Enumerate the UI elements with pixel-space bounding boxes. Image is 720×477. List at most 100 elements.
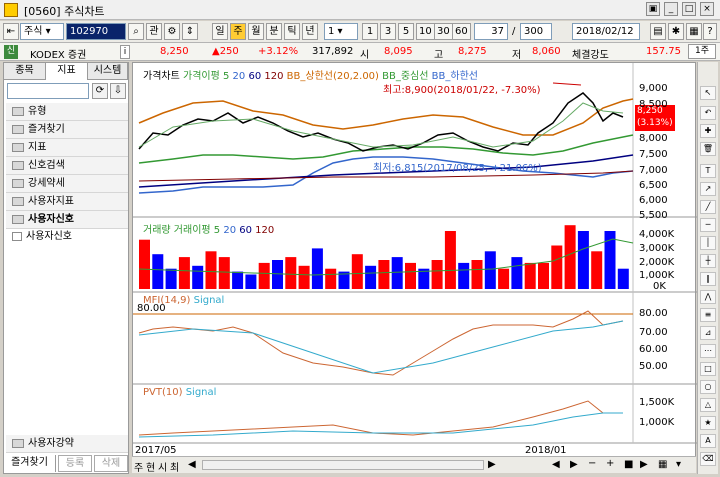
period-tick[interactable]: 틱 bbox=[284, 23, 300, 40]
crosshair-icon[interactable]: ✚ bbox=[700, 124, 716, 138]
minute-10[interactable]: 10 bbox=[416, 23, 435, 40]
tree-item-indicators[interactable]: 지표 bbox=[6, 139, 128, 157]
date-value: 2018/02/12 bbox=[576, 26, 634, 37]
cursor-icon[interactable]: ↖ bbox=[700, 86, 716, 100]
tile-button[interactable]: ▣ bbox=[646, 2, 660, 16]
minute-30[interactable]: 30 bbox=[434, 23, 453, 40]
bottom-tab-week[interactable]: 주 bbox=[134, 459, 143, 474]
info-icon[interactable]: i bbox=[120, 45, 130, 59]
total-input[interactable]: 300 bbox=[520, 23, 552, 40]
period-year[interactable]: 년 bbox=[302, 23, 318, 40]
minus-icon[interactable]: − bbox=[588, 458, 596, 469]
search-input[interactable] bbox=[7, 83, 89, 99]
rect-icon[interactable]: □ bbox=[700, 362, 716, 376]
cross-line-icon[interactable]: ┼ bbox=[700, 254, 716, 268]
market-select[interactable]: 주식 ▾ bbox=[20, 23, 64, 40]
minute-1[interactable]: 1 bbox=[362, 23, 378, 40]
tree-item-strength[interactable]: 강세약세 bbox=[6, 175, 128, 193]
refresh-icon[interactable]: ⟳ bbox=[92, 83, 108, 99]
tree-item-type[interactable]: 유형 bbox=[6, 103, 128, 121]
grid-icon[interactable]: ▦ bbox=[658, 459, 667, 470]
unit-button[interactable]: 1주 bbox=[688, 44, 716, 59]
eraser-icon[interactable]: ⌫ bbox=[700, 452, 716, 466]
stop-icon[interactable]: ■ bbox=[624, 459, 633, 470]
tree-item-user-strength[interactable]: 사용자강약 bbox=[6, 435, 128, 453]
bottom-tab-max[interactable]: 최 bbox=[170, 459, 179, 474]
tree-item-user-indicator[interactable]: 사용자지표 bbox=[6, 193, 128, 211]
bottom-tab-delete[interactable]: 삭제 bbox=[94, 455, 128, 472]
settings-icon[interactable]: ⚙ bbox=[164, 23, 180, 40]
vline-icon[interactable]: │ bbox=[700, 236, 716, 250]
period-minute[interactable]: 분 bbox=[266, 23, 282, 40]
horizontal-scrollbar[interactable] bbox=[202, 460, 484, 470]
period-month[interactable]: 월 bbox=[248, 23, 264, 40]
tree-item-favorites[interactable]: 즐겨찾기 bbox=[6, 121, 128, 139]
volume-bar bbox=[431, 260, 443, 289]
zoom-button[interactable]: 관 bbox=[146, 23, 162, 40]
undo-icon[interactable]: ↶ bbox=[700, 106, 716, 120]
trash-icon[interactable]: 🗑 bbox=[700, 142, 716, 156]
tree-item-user-signal[interactable]: 사용자신호 bbox=[6, 211, 128, 229]
bottom-tab-register[interactable]: 등록 bbox=[58, 455, 92, 472]
arrow-line-icon[interactable]: ↗ bbox=[700, 182, 716, 196]
date-input[interactable]: 2018/02/12 ▾ bbox=[572, 23, 640, 52]
bottom-tab-favorites[interactable]: 즐겨찾기 bbox=[4, 455, 56, 472]
text-icon[interactable]: T bbox=[700, 164, 716, 178]
chart-area[interactable]: 가격차트 가격이평 5 20 60 120 BB_상한선(20,2.00) BB… bbox=[132, 62, 697, 472]
price-tag-pct: (3.13%) bbox=[637, 118, 673, 128]
mfi-signal-line bbox=[138, 320, 624, 374]
bottom-tab-time[interactable]: 시 bbox=[158, 459, 167, 474]
tab-indicators[interactable]: 지표 bbox=[46, 63, 88, 80]
circle-icon[interactable]: ○ bbox=[700, 380, 716, 394]
print-icon[interactable]: ▤ bbox=[650, 23, 666, 40]
updown-icon[interactable]: ⇕ bbox=[182, 23, 198, 40]
period-day[interactable]: 일 bbox=[212, 23, 228, 40]
maximize-button[interactable]: □ bbox=[682, 2, 696, 16]
tab-stocks[interactable]: 종목 bbox=[4, 63, 46, 80]
minimize-button[interactable]: _ bbox=[664, 2, 678, 16]
code-input[interactable]: 102970 bbox=[66, 23, 126, 40]
mark-icon[interactable]: ★ bbox=[700, 416, 716, 430]
minute-5[interactable]: 5 bbox=[398, 23, 414, 40]
hline-icon[interactable]: ─ bbox=[700, 218, 716, 232]
dropdown-icon[interactable]: ▾ bbox=[676, 459, 681, 470]
line-icon[interactable]: ╱ bbox=[700, 200, 716, 214]
search-icon[interactable]: ⌕ bbox=[128, 23, 144, 40]
minute-3[interactable]: 3 bbox=[380, 23, 396, 40]
prev-icon[interactable]: ⇤ bbox=[3, 23, 19, 40]
gann-icon[interactable]: ⊿ bbox=[700, 326, 716, 340]
zoom-in-icon[interactable]: ▶ bbox=[570, 459, 578, 470]
close-button[interactable]: × bbox=[700, 2, 714, 16]
current-price: 8,250 bbox=[160, 46, 189, 57]
tree-subitem-user-signal[interactable]: 사용자신호 bbox=[8, 229, 126, 245]
channel-icon[interactable]: ∥ bbox=[700, 272, 716, 286]
fan-icon[interactable]: ⋀ bbox=[700, 290, 716, 304]
download-icon[interactable]: ⇩ bbox=[110, 83, 126, 99]
chart-bottom-bar: 주 현 시 최 ◀ ▶ ◀ ▶ − + ■ ▶ ▦ ▾ bbox=[132, 456, 696, 474]
cycle-icon[interactable]: ⋯ bbox=[700, 344, 716, 358]
app-icon bbox=[4, 3, 18, 17]
scroll-right-icon[interactable]: ▶ bbox=[488, 459, 496, 470]
next-icon[interactable]: ▶ bbox=[640, 459, 648, 470]
config-icon[interactable]: ✱ bbox=[668, 23, 684, 40]
volume-bar bbox=[139, 239, 150, 289]
triangle-icon[interactable]: △ bbox=[700, 398, 716, 412]
minute-60[interactable]: 60 bbox=[452, 23, 471, 40]
bottom-tab-current[interactable]: 현 bbox=[146, 459, 155, 474]
fibo-icon[interactable]: ≡ bbox=[700, 308, 716, 322]
tree-item-signal-search[interactable]: 신호검색 bbox=[6, 157, 128, 175]
help-icon[interactable]: ? bbox=[703, 23, 717, 40]
period-week[interactable]: 주 bbox=[230, 23, 246, 40]
volume-bar bbox=[538, 262, 549, 289]
save-icon[interactable]: ▦ bbox=[686, 23, 702, 40]
zoom-out-icon[interactable]: ◀ bbox=[552, 459, 560, 470]
high-value: 8,275 bbox=[458, 46, 487, 57]
volume-bar bbox=[218, 257, 230, 289]
count-input[interactable]: 37 bbox=[474, 23, 508, 40]
ytick: 0K bbox=[653, 281, 666, 292]
minute-select[interactable]: 1 ▾ bbox=[324, 23, 358, 40]
scroll-left-icon[interactable]: ◀ bbox=[188, 459, 196, 470]
tab-system[interactable]: 시스템 bbox=[88, 63, 128, 80]
auto-icon[interactable]: A bbox=[700, 434, 716, 448]
plus-icon[interactable]: + bbox=[606, 458, 614, 469]
